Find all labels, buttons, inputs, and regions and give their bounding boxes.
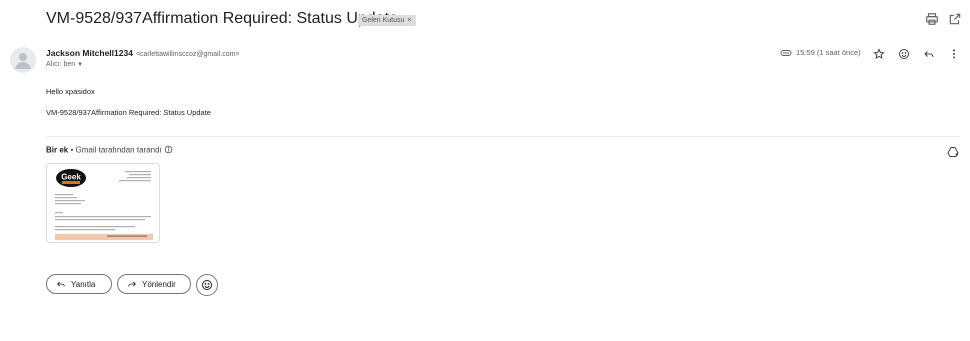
sender-line: Jackson Mitchell1234 <carlettawillmsccoz@…	[46, 48, 240, 58]
reply-button[interactable]: Yanıtla	[46, 274, 112, 294]
open-in-new-icon[interactable]	[948, 12, 962, 26]
sender-avatar[interactable]	[10, 47, 36, 73]
star-icon[interactable]	[873, 47, 885, 59]
add-to-drive-icon[interactable]	[947, 145, 959, 157]
sender-name[interactable]: Jackson Mitchell1234	[46, 48, 133, 58]
document-preview: Geek	[55, 169, 153, 240]
timestamp: 15:59 (1 saat önce)	[796, 48, 861, 57]
emoji-icon[interactable]	[898, 47, 910, 59]
inbox-label-chip[interactable]: Gelen Kutusu ×	[358, 15, 416, 26]
reply-button-label: Yanıtla	[71, 279, 96, 289]
reply-icon	[57, 281, 65, 287]
label-icon	[780, 46, 792, 58]
body-greeting: Hello xpasidox	[46, 87, 95, 96]
divider	[46, 136, 960, 137]
recipient-line[interactable]: Alıcı: ben ▼	[46, 61, 83, 68]
label-chip-text: Gelen Kutusu	[362, 17, 405, 24]
thumbnail-logo-text: Geek	[61, 173, 81, 182]
recipient-text: Alıcı: ben	[46, 61, 76, 68]
scanned-note: • Gmail tarafından tarandı	[70, 145, 162, 155]
forward-icon	[128, 281, 136, 287]
forward-button[interactable]: Yönlendir	[117, 274, 191, 294]
more-vert-icon[interactable]	[948, 47, 960, 59]
reply-icon[interactable]	[923, 47, 935, 59]
attachment-header: Bir ek • Gmail tarafından tarandı	[46, 145, 173, 156]
email-subject: VM-9528/937Affirmation Required: Status …	[46, 10, 398, 27]
print-icon[interactable]	[925, 12, 939, 26]
forward-button-label: Yönlendir	[142, 279, 176, 289]
label-remove-icon[interactable]: ×	[407, 17, 411, 24]
emoji-react-button[interactable]	[196, 274, 218, 296]
attachment-thumbnail[interactable]: Geek	[46, 163, 160, 243]
info-icon[interactable]	[164, 145, 173, 156]
attachment-count: Bir ek	[46, 145, 69, 155]
emoji-icon	[202, 280, 212, 290]
chevron-down-icon[interactable]: ▼	[77, 62, 83, 68]
person-icon	[15, 53, 31, 69]
body-text: VM-9528/937Affirmation Required: Status …	[46, 108, 211, 117]
sender-email: <carlettawillmsccoz@gmail.com>	[135, 51, 240, 58]
